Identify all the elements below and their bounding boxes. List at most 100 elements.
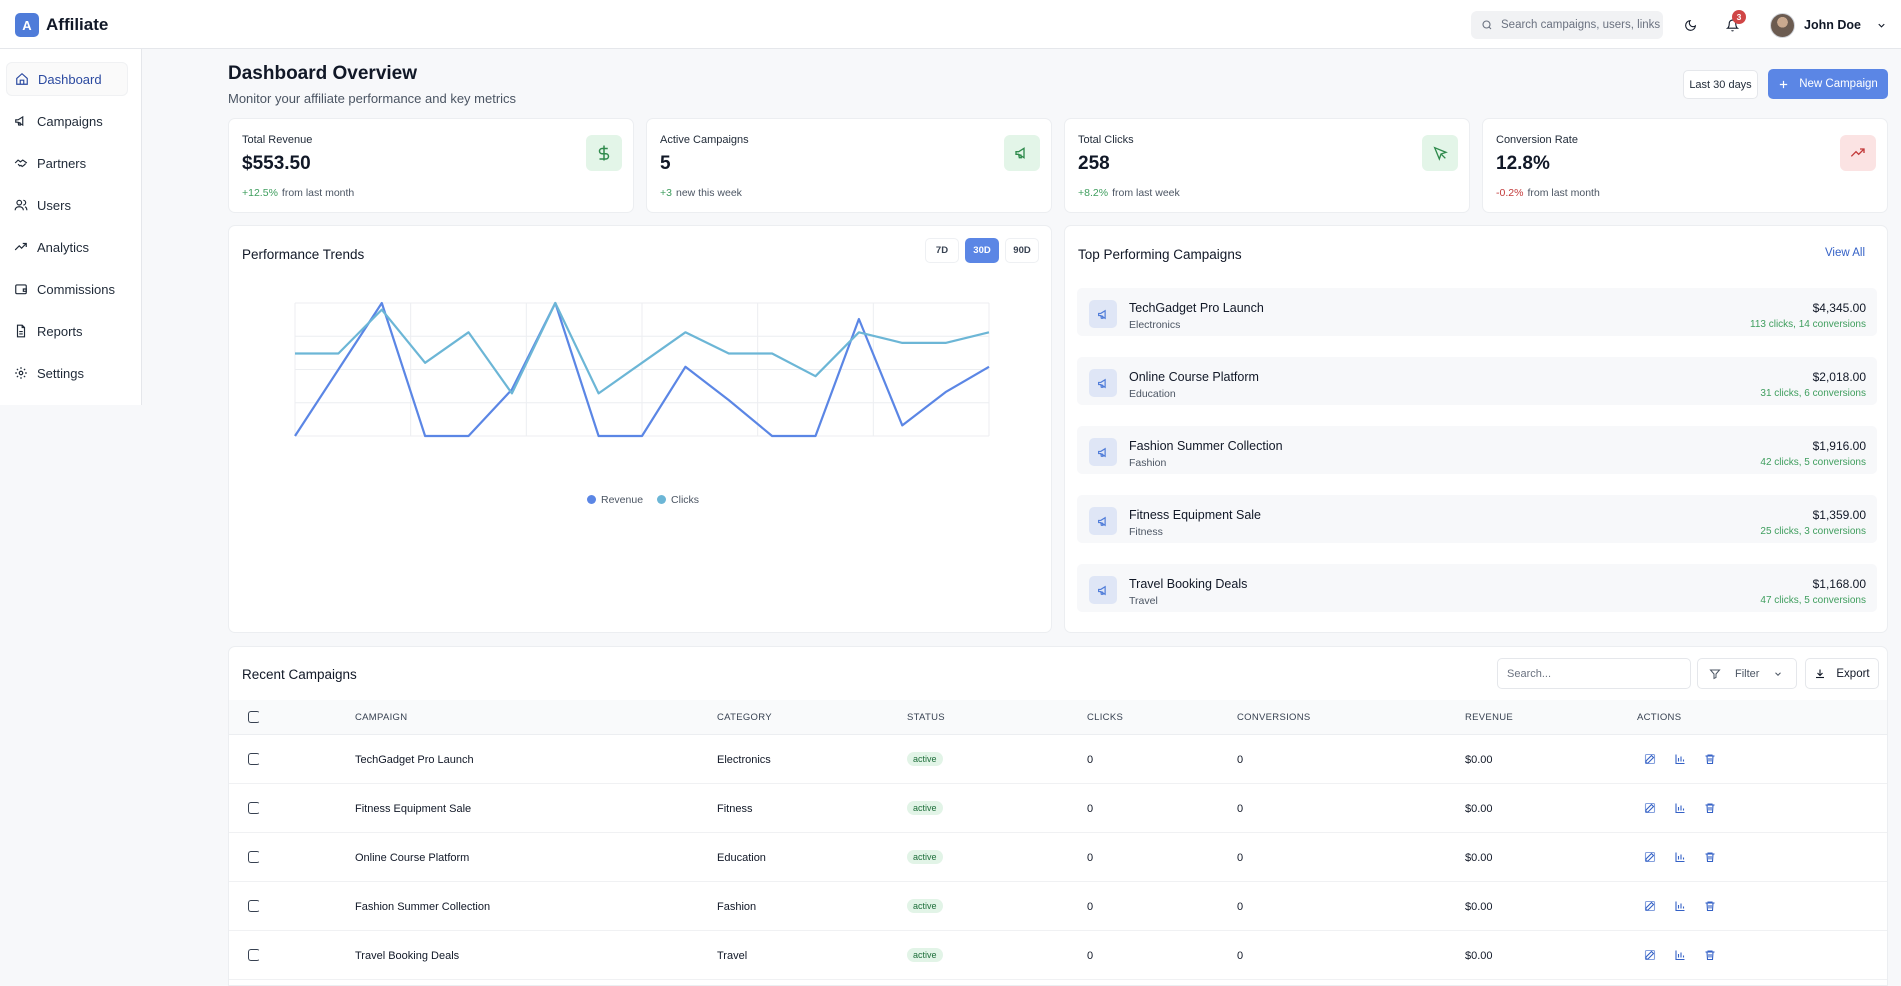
legend-label: Revenue (601, 494, 644, 506)
sidebar-item-label: Reports (37, 323, 83, 339)
table-search-input[interactable] (1497, 658, 1691, 689)
megaphone-icon (1089, 507, 1117, 535)
row-checkbox[interactable] (248, 753, 260, 765)
table-row[interactable]: Fitness Equipment Sale Fitness active 0 0 $0.… (229, 785, 1887, 833)
trash-icon[interactable] (1702, 849, 1718, 865)
table-row[interactable]: Travel Booking Deals Travel active 0 0 $0.00 (229, 932, 1887, 980)
bar-chart-icon[interactable] (1672, 947, 1688, 963)
column-header-category[interactable]: CATEGORY (717, 712, 772, 723)
campaign-name: TechGadget Pro Launch (1129, 301, 1264, 315)
global-search-input[interactable] (1501, 19, 1661, 31)
cell-campaign: Online Course Platform (355, 852, 470, 864)
column-header-revenue[interactable]: REVENUE (1465, 712, 1513, 723)
tab-30d[interactable]: 30D (965, 238, 999, 263)
sidebar-item-users[interactable]: Users (6, 188, 128, 222)
bar-chart-icon[interactable] (1672, 849, 1688, 865)
edit-icon[interactable] (1642, 947, 1658, 963)
table-row[interactable]: Fashion Summer Collection Fashion active 0 0… (229, 883, 1887, 931)
top-campaign-item[interactable]: TechGadget Pro Launch Electronics $4,345.0… (1077, 288, 1877, 336)
export-button[interactable]: Export (1805, 658, 1879, 689)
legend-item-revenue[interactable]: Revenue (587, 494, 643, 506)
sidebar-item-dashboard[interactable]: Dashboard (6, 62, 128, 96)
trash-icon[interactable] (1702, 800, 1718, 816)
new-campaign-button[interactable]: New Campaign (1768, 69, 1888, 99)
stat-card-campaigns: Active Campaigns 5 +3 new this week (646, 118, 1052, 213)
chevron-down-icon (1878, 23, 1885, 28)
cell-conversions: 0 (1237, 901, 1244, 913)
top-campaign-item[interactable]: Travel Booking Deals Travel $1,168.00 47 cl… (1077, 564, 1877, 612)
stat-value: 5 (660, 153, 671, 174)
notifications-button[interactable]: 3 (1718, 10, 1746, 39)
trash-icon[interactable] (1702, 898, 1718, 914)
cell-clicks: 0 (1087, 803, 1094, 815)
status-badge: active (907, 948, 943, 962)
edit-icon[interactable] (1642, 849, 1658, 865)
cell-campaign: Travel Booking Deals (355, 950, 460, 962)
sidebar-item-label: Settings (37, 365, 84, 381)
sidebar-item-analytics[interactable]: Analytics (6, 230, 128, 264)
top-campaign-item[interactable]: Fitness Equipment Sale Fitness $1,359.00 25… (1077, 495, 1877, 543)
page-title: Dashboard Overview (228, 63, 418, 84)
trash-icon[interactable] (1702, 751, 1718, 767)
sidebar-item-partners[interactable]: Partners (6, 146, 128, 180)
edit-icon[interactable] (1642, 751, 1658, 767)
sidebar-item-settings[interactable]: Settings (6, 356, 128, 390)
gear-icon (15, 367, 27, 379)
column-header-campaign[interactable]: CAMPAIGN (355, 712, 407, 723)
performance-title: Performance Trends (242, 247, 365, 262)
tab-90d[interactable]: 90D (1005, 238, 1039, 263)
sidebar: Dashboard Campaigns Partners Users Analy… (0, 49, 142, 405)
wallet-icon (15, 284, 27, 295)
chart-legend: Revenue Clicks (587, 494, 699, 506)
top-campaign-item[interactable]: Fashion Summer Collection Fashion $1,916.0… (1077, 426, 1877, 474)
column-header-conversions[interactable]: CONVERSIONS (1237, 712, 1311, 723)
column-header-clicks[interactable]: CLICKS (1087, 712, 1123, 723)
theme-toggle-button[interactable] (1676, 11, 1704, 39)
sidebar-item-commissions[interactable]: Commissions (6, 272, 128, 306)
trash-icon[interactable] (1702, 947, 1718, 963)
cell-conversions: 0 (1237, 803, 1244, 815)
cell-category: Travel (717, 950, 748, 962)
select-all-checkbox[interactable] (248, 711, 260, 723)
legend-item-clicks[interactable]: Clicks (657, 494, 699, 506)
edit-icon[interactable] (1642, 800, 1658, 816)
top-campaign-item[interactable]: Online Course Platform Education $2,018.00… (1077, 357, 1877, 405)
global-search[interactable] (1471, 11, 1663, 39)
row-checkbox[interactable] (248, 851, 260, 863)
cursor-icon (1422, 135, 1458, 171)
tab-7d[interactable]: 7D (925, 238, 959, 263)
filter-button[interactable]: Filter (1697, 658, 1797, 689)
bar-chart-icon[interactable] (1672, 800, 1688, 816)
plus-icon (1780, 80, 1788, 88)
campaign-stats: 42 clicks, 5 conversions (1760, 457, 1866, 468)
campaign-revenue: $1,916.00 (1812, 439, 1866, 453)
row-checkbox[interactable] (248, 802, 260, 814)
status-badge: active (907, 801, 943, 815)
row-checkbox[interactable] (248, 900, 260, 912)
edit-icon[interactable] (1642, 898, 1658, 914)
bar-chart-icon[interactable] (1672, 898, 1688, 914)
stat-change: -0.2% from last month (1496, 187, 1600, 199)
campaign-stats: 31 clicks, 6 conversions (1760, 388, 1866, 399)
sidebar-item-reports[interactable]: Reports (6, 314, 128, 348)
stat-value: $553.50 (242, 153, 311, 174)
date-range-button[interactable]: Last 30 days (1683, 70, 1758, 99)
view-all-link[interactable]: View All (1825, 247, 1865, 259)
row-checkbox[interactable] (248, 949, 260, 961)
table-header: CAMPAIGN CATEGORY STATUS CLICKS CONVERSI… (229, 700, 1887, 735)
table-row[interactable]: Online Course Platform Education active 0 0 $… (229, 834, 1887, 882)
column-header-status[interactable]: STATUS (907, 712, 945, 723)
handshake-icon (14, 159, 28, 168)
bar-chart-icon[interactable] (1672, 751, 1688, 767)
table-row[interactable]: TechGadget Pro Launch Electronics active 0 0… (229, 736, 1887, 784)
app-name[interactable]: Affiliate (46, 15, 108, 35)
search-icon (1482, 20, 1492, 30)
sidebar-item-campaigns[interactable]: Campaigns (6, 104, 128, 138)
filter-icon (1709, 669, 1721, 679)
app-logo[interactable]: A (15, 13, 39, 37)
campaign-revenue: $4,345.00 (1812, 301, 1866, 315)
cell-conversions: 0 (1237, 754, 1244, 766)
user-menu[interactable]: John Doe (1770, 12, 1887, 38)
cell-category: Fashion (717, 901, 757, 913)
cell-conversions: 0 (1237, 852, 1244, 864)
